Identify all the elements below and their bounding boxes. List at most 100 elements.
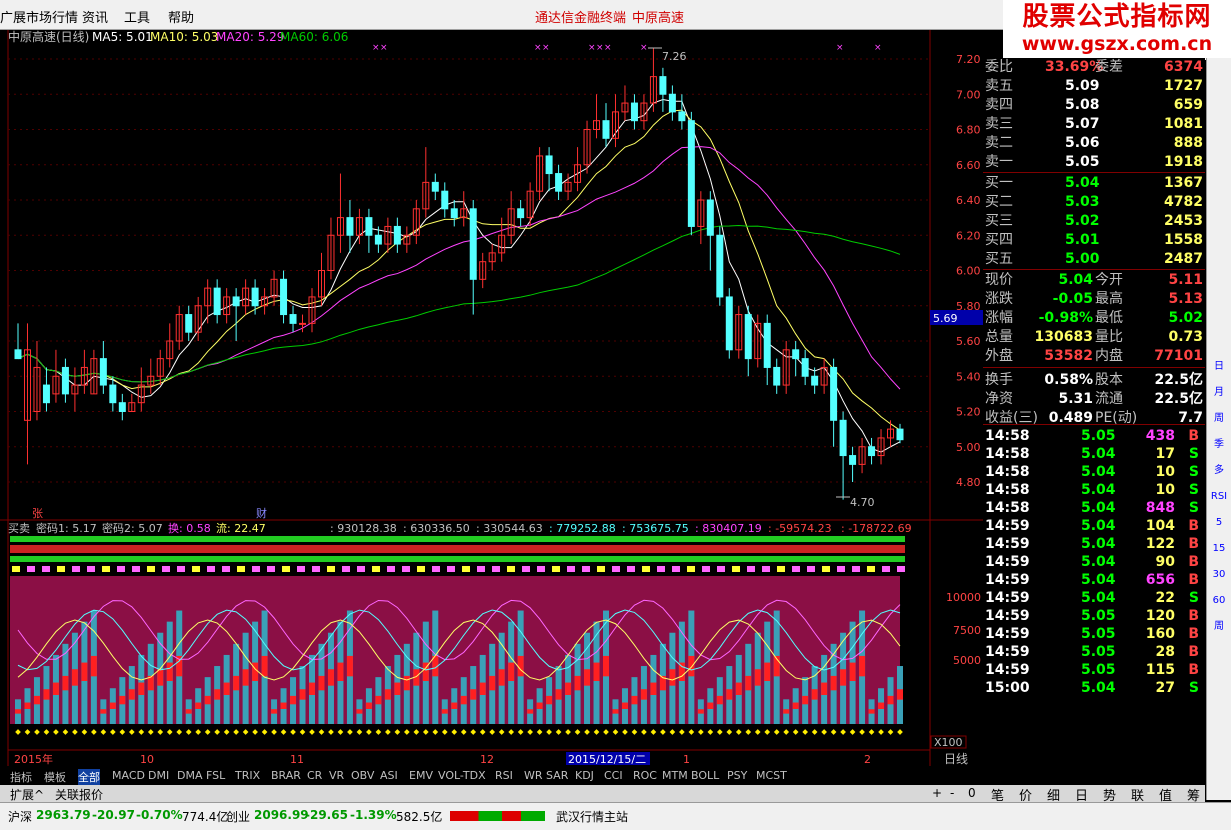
svg-text:2: 2: [864, 753, 871, 766]
bid-volume: 1558: [1164, 232, 1203, 248]
tick-direction: B: [1188, 428, 1199, 444]
indicator-tab-obv[interactable]: OBV: [351, 769, 374, 782]
candle-body: [763, 322, 771, 368]
indicator-tab-全部[interactable]: 全部: [78, 769, 100, 785]
bid-price: 5.02: [1065, 213, 1100, 229]
tick-price: 5.05: [1081, 428, 1116, 444]
indicator-tab-vol-tdx[interactable]: VOL-TDX: [438, 769, 486, 782]
indicator-tab-模板[interactable]: 模板: [44, 769, 66, 785]
tick-price: 5.04: [1081, 446, 1116, 462]
signal-mark: ×: [372, 43, 380, 53]
tick-row: 14:59 5.05 28 B: [983, 643, 1205, 662]
tick-volume: 122: [1145, 536, 1175, 552]
stat-label: 收益(三): [985, 410, 1038, 426]
indicator-tab-macd[interactable]: MACD: [112, 769, 145, 782]
svg-text:: 830407.19: : 830407.19: [695, 522, 762, 535]
sub-y-3: 5000: [953, 654, 981, 667]
y-tick-2: 6.80: [956, 124, 981, 137]
tick-volume: 10: [1155, 464, 1175, 480]
candle-body: [109, 384, 117, 404]
tick-volume: 10: [1155, 482, 1175, 498]
side-icon-2[interactable]: 周: [1210, 410, 1228, 428]
indicator-tab-fsl[interactable]: FSL: [206, 769, 225, 782]
stat-value: 130683: [1034, 329, 1093, 345]
tick-row: 14:59 5.04 122 B: [983, 535, 1205, 554]
tab-expand[interactable]: 扩展^: [10, 786, 44, 803]
tick-price: 5.04: [1081, 590, 1116, 606]
indicator-tab-roc[interactable]: ROC: [633, 769, 657, 782]
side-icon-0[interactable]: 日: [1210, 358, 1228, 376]
tick-volume: 656: [1145, 572, 1175, 588]
side-icon-3[interactable]: 季: [1210, 436, 1228, 454]
tick-row: 14:59 5.04 22 S: [983, 589, 1205, 608]
tab-related-quote[interactable]: 关联报价: [55, 786, 103, 803]
tick-row: 14:59 5.05 115 B: [983, 661, 1205, 680]
svg-text:12: 12: [480, 753, 494, 766]
indicator-tab-psy[interactable]: PSY: [727, 769, 747, 782]
bid-label: 买二: [985, 194, 1013, 210]
indicator-tab-dmi[interactable]: DMI: [148, 769, 169, 782]
candle-body: [868, 446, 876, 457]
menu-news[interactable]: 资讯: [82, 7, 108, 26]
stat-value: 53582: [1044, 348, 1093, 364]
bid-row: 买五 5.00 2487: [983, 250, 1205, 269]
svg-text:换: 0.58: 换: 0.58: [168, 521, 211, 535]
side-icon-1[interactable]: 月: [1210, 384, 1228, 402]
ask-volume: 1081: [1164, 116, 1203, 132]
stat-label: 外盘: [985, 348, 1013, 364]
indicator-tab-brar[interactable]: BRAR: [271, 769, 301, 782]
tick-row: 14:58 5.04 848 S: [983, 499, 1205, 518]
side-icon-4[interactable]: 多: [1210, 462, 1228, 480]
menu-market[interactable]: 广展市场行情: [0, 7, 78, 26]
server-site[interactable]: 武汉行情主站: [556, 808, 628, 825]
ctrl-plus[interactable]: +: [932, 786, 942, 800]
indicator-tab-wr[interactable]: WR: [524, 769, 543, 782]
bid-volume: 2453: [1164, 213, 1203, 229]
indicator-tab-boll[interactable]: BOLL: [691, 769, 719, 782]
indicator-tab-trix[interactable]: TRIX: [235, 769, 260, 782]
ask-label: 卖二: [985, 135, 1013, 151]
ask-row: 卖一 5.05 1918: [983, 153, 1205, 172]
indicator-tab-kdj[interactable]: KDJ: [575, 769, 594, 782]
ctrl-minus[interactable]: -: [950, 786, 954, 800]
candle-body: [431, 181, 439, 192]
indicator-tab-asi[interactable]: ASI: [380, 769, 398, 782]
indicator-tab-emv[interactable]: EMV: [409, 769, 433, 782]
candle-body: [811, 375, 819, 386]
side-icon-7[interactable]: 15: [1210, 540, 1228, 558]
side-icon-8[interactable]: 30: [1210, 566, 1228, 584]
indicator-tab-mtm[interactable]: MTM: [662, 769, 688, 782]
tick-row: 14:58 5.05 438 B: [983, 427, 1205, 446]
indicator-tab-cci[interactable]: CCI: [604, 769, 623, 782]
stat-row: 现价 5.04 今开 5.11: [983, 271, 1205, 290]
candle-body: [839, 419, 847, 457]
indicator-tab-cr[interactable]: CR: [307, 769, 322, 782]
candle-body: [849, 455, 857, 465]
menu-tools[interactable]: 工具: [124, 7, 150, 26]
kline-chart[interactable]: 7.207.006.806.606.406.206.005.805.605.40…: [0, 30, 983, 766]
candle-body: [687, 120, 695, 227]
stat-label: 涨跌: [985, 291, 1013, 307]
indicator-tab-vr[interactable]: VR: [329, 769, 344, 782]
indicator-tab-dma[interactable]: DMA: [177, 769, 203, 782]
ctrl-zero[interactable]: 0: [968, 786, 976, 800]
side-icon-10[interactable]: 周: [1210, 618, 1228, 636]
tick-price: 5.04: [1081, 680, 1116, 696]
indicator-tab-rsi[interactable]: RSI: [495, 769, 513, 782]
ask-volume: 659: [1173, 97, 1203, 113]
indicator-tab-指标[interactable]: 指标: [10, 769, 32, 785]
indicator-tab-mcst[interactable]: MCST: [756, 769, 787, 782]
side-icon-6[interactable]: 5: [1210, 514, 1228, 532]
tick-price: 5.05: [1081, 644, 1116, 660]
cy-amount: 582.5亿: [396, 810, 443, 824]
legend-ma5: MA5: 5.01: [92, 30, 153, 44]
stock-title: 中原高速: [632, 11, 685, 26]
side-icon-9[interactable]: 60: [1210, 592, 1228, 610]
ask-price: 5.08: [1065, 97, 1100, 113]
candle-body: [469, 208, 477, 280]
sh-change: -20.97: [92, 808, 135, 822]
bid-label: 买四: [985, 232, 1013, 248]
indicator-tab-sar[interactable]: SAR: [546, 769, 568, 782]
menu-help[interactable]: 帮助: [168, 7, 194, 26]
side-icon-5[interactable]: RSI: [1210, 488, 1228, 506]
